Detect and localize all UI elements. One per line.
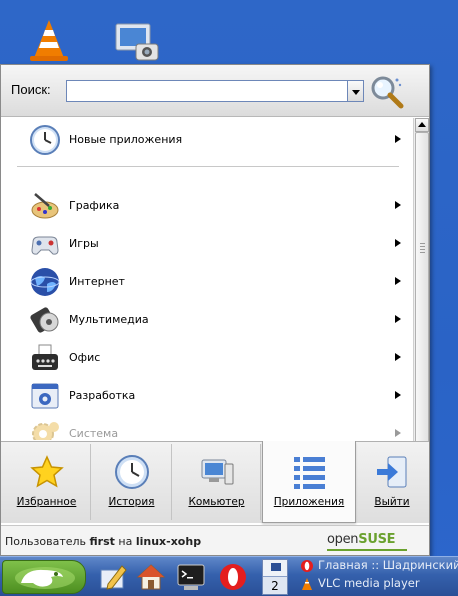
vlc-icon	[300, 577, 314, 591]
tab-logout[interactable]: Выйти	[357, 444, 427, 520]
gear-icon	[29, 418, 61, 440]
gecko-logo-icon	[15, 567, 75, 589]
menu-item-system[interactable]: Система	[1, 416, 413, 440]
search-label: Поиск:	[11, 82, 51, 97]
logo-underline	[327, 549, 407, 551]
chevron-right-icon	[395, 429, 401, 437]
menu-tabs: Избранное История Комьютер Приложения Вы…	[1, 441, 429, 523]
notes-launcher-icon[interactable]	[98, 562, 128, 592]
tab-applications[interactable]: Приложения	[262, 441, 356, 523]
scroll-up-button[interactable]	[415, 118, 429, 132]
desktop-2[interactable]: 2	[263, 578, 287, 595]
computer-desktop-icon[interactable]	[112, 20, 162, 64]
tab-label: Приложения	[273, 496, 345, 508]
tab-label: Комьютер	[188, 496, 245, 508]
opera-icon	[300, 559, 314, 573]
vlc-desktop-icon[interactable]	[24, 18, 74, 62]
task-browser[interactable]: Главная :: Шадринский	[300, 557, 458, 575]
list-icon	[292, 454, 328, 490]
chevron-right-icon	[395, 239, 401, 247]
chevron-right-icon	[395, 135, 401, 143]
tab-computer[interactable]: Комьютер	[173, 444, 261, 520]
chevron-right-icon	[395, 315, 401, 323]
search-bar: Поиск:	[1, 65, 429, 117]
chevron-right-icon	[395, 277, 401, 285]
tab-favorites[interactable]: Избранное	[3, 444, 91, 520]
home-icon[interactable]	[136, 562, 166, 592]
search-dropdown-button[interactable]	[348, 80, 364, 102]
star-icon	[29, 454, 65, 490]
tab-label: История	[108, 496, 155, 508]
chevron-right-icon	[395, 391, 401, 399]
tab-label: Избранное	[16, 496, 77, 508]
menu-item-new-apps[interactable]: Новые приложения	[1, 122, 413, 158]
taskbar: 2 Главная :: Шадринский VLC media player	[0, 556, 458, 596]
start-button[interactable]	[2, 560, 86, 594]
menu-item-label: Система	[69, 427, 119, 440]
menu-item-development[interactable]: Разработка	[1, 378, 413, 414]
category-list: Новые приложения Графика Игры Интернет М…	[1, 118, 413, 440]
search-icon[interactable]	[369, 74, 405, 110]
task-label: Главная :: Шадринский	[318, 558, 458, 572]
scroll-thumb[interactable]	[415, 132, 429, 478]
hostname: linux-xohp	[135, 535, 202, 548]
username: first	[89, 535, 115, 548]
menu-item-graphics[interactable]: Графика	[1, 188, 413, 224]
tab-history[interactable]: История	[92, 444, 172, 520]
divider	[17, 166, 399, 167]
chevron-right-icon	[395, 353, 401, 361]
multimedia-icon	[29, 304, 61, 336]
terminal-icon[interactable]	[176, 562, 206, 592]
desktop-pager[interactable]: 2	[262, 559, 288, 595]
graphics-icon	[29, 190, 61, 222]
typewriter-icon	[29, 342, 61, 374]
gamepad-icon	[29, 228, 61, 260]
logout-icon	[374, 454, 410, 490]
menu-item-label: Новые приложения	[69, 133, 183, 146]
menu-item-games[interactable]: Игры	[1, 226, 413, 262]
clock-icon	[29, 124, 61, 156]
menu-item-label: Интернет	[69, 275, 125, 288]
menu-item-office[interactable]: Офис	[1, 340, 413, 376]
menu-footer: Пользователь first на linux-xohp openSUS…	[1, 525, 429, 555]
task-vlc[interactable]: VLC media player	[300, 575, 458, 593]
opensuse-logo: openSUSE	[327, 532, 396, 547]
clock-icon	[114, 454, 150, 490]
desktop-1[interactable]	[263, 560, 287, 577]
menu-item-label: Офис	[69, 351, 101, 364]
search-input[interactable]	[66, 80, 348, 102]
application-menu: Поиск: Новые приложения Графика Игры Инт…	[0, 64, 430, 556]
user-info: Пользователь first на linux-xohp	[5, 535, 202, 548]
menu-item-label: Мультимедиа	[69, 313, 149, 326]
menu-item-internet[interactable]: Интернет	[1, 264, 413, 300]
opera-icon[interactable]	[218, 562, 248, 592]
menu-item-label: Графика	[69, 199, 120, 212]
menu-item-label: Игры	[69, 237, 99, 250]
menu-item-label: Разработка	[69, 389, 136, 402]
task-label: VLC media player	[318, 576, 420, 590]
tab-label: Выйти	[374, 496, 410, 508]
menu-item-multimedia[interactable]: Мультимедиа	[1, 302, 413, 338]
computer-icon	[199, 454, 235, 490]
globe-icon	[29, 266, 61, 298]
development-icon	[29, 380, 61, 412]
chevron-right-icon	[395, 201, 401, 209]
